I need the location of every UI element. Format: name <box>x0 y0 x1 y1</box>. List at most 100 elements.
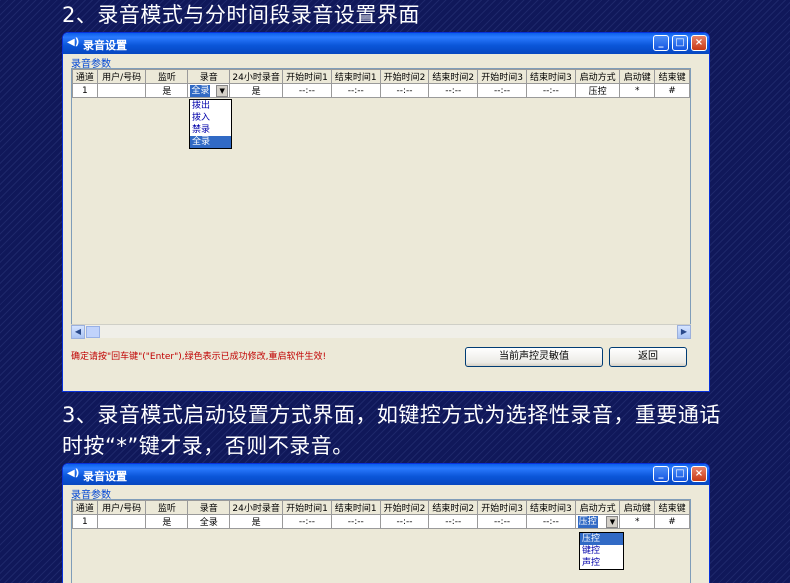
column-header: 启动方式 <box>574 69 621 84</box>
record-settings-window-2: ◀) 录音设置 _ □ × 录音参数 通道 用户/号码 监听 录音 24小时录音… <box>62 463 710 583</box>
start-key-cell[interactable]: * <box>619 83 656 98</box>
time-cell[interactable]: --:-- <box>330 83 381 98</box>
column-header: 监听 <box>145 500 189 515</box>
start-mode-cell[interactable]: 压控 <box>574 83 621 98</box>
dropdown-option[interactable]: 禁录 <box>190 124 231 136</box>
user-cell[interactable] <box>96 514 147 529</box>
column-header: 通道 <box>72 69 98 84</box>
column-header: 开始时间3 <box>477 69 527 84</box>
record-settings-window: ◀) 录音设置 _ □ × 录音参数 通道 用户/号码 监听 录音 24小时录音… <box>62 32 710 392</box>
time-cell[interactable]: --:-- <box>282 514 332 529</box>
scroll-left-icon[interactable]: ◀ <box>71 325 85 339</box>
column-header: 结束键 <box>654 500 690 515</box>
column-header: 结束时间2 <box>428 69 479 84</box>
table-header-row: 通道 用户/号码 监听 录音 24小时录音 开始时间1 结束时间1 开始时间2 … <box>72 69 690 84</box>
column-header: 24小时录音 <box>229 69 284 84</box>
time-cell[interactable]: --:-- <box>525 83 576 98</box>
user-cell[interactable] <box>96 83 147 98</box>
column-header: 录音 <box>187 69 231 84</box>
record-mode-cell[interactable]: 全录 <box>187 514 231 529</box>
column-header: 启动键 <box>619 69 656 84</box>
speaker-icon: ◀) <box>67 37 80 48</box>
column-header: 结束时间1 <box>330 69 381 84</box>
section-heading-3: 3、录音模式启动设置方式界面，如键控方式为选择性录音，重要通话时按“*”键才录，… <box>62 403 721 458</box>
time-cell[interactable]: --:-- <box>428 514 479 529</box>
column-header: 通道 <box>72 500 98 515</box>
start-mode-dropdown: 压控 键控 声控 <box>579 532 624 570</box>
record-mode-value: 全录 <box>190 84 211 97</box>
minimize-button[interactable]: _ <box>653 35 669 51</box>
time-cell[interactable]: --:-- <box>330 514 381 529</box>
maximize-button[interactable]: □ <box>672 35 688 51</box>
window-titlebar[interactable]: ◀) 录音设置 _ □ × <box>63 464 709 485</box>
window-title: 录音设置 <box>83 470 127 483</box>
time-cell[interactable]: --:-- <box>525 514 576 529</box>
dropdown-option[interactable]: 键控 <box>580 545 623 557</box>
start-mode-cell[interactable]: 压控 ▼ <box>574 514 621 529</box>
record-mode-dropdown: 拨出 拨入 禁录 全录 <box>189 99 232 149</box>
record-mode-combo[interactable]: 全录 ▼ <box>189 84 229 97</box>
maximize-button[interactable]: □ <box>672 466 688 482</box>
channel-cell: 1 <box>72 514 98 529</box>
h24-cell[interactable]: 是 <box>229 514 284 529</box>
time-cell[interactable]: --:-- <box>379 83 430 98</box>
dropdown-option[interactable]: 全录 <box>190 136 231 148</box>
h24-cell[interactable]: 是 <box>229 83 284 98</box>
table-header-row: 通道 用户/号码 监听 录音 24小时录音 开始时间1 结束时间1 开始时间2 … <box>72 500 690 515</box>
channel-cell: 1 <box>72 83 98 98</box>
chevron-down-icon[interactable]: ▼ <box>216 84 229 97</box>
column-header: 开始时间1 <box>282 500 332 515</box>
record-mode-cell[interactable]: 全录 ▼ <box>187 83 231 98</box>
time-cell[interactable]: --:-- <box>477 514 527 529</box>
chevron-down-icon[interactable]: ▼ <box>606 515 619 528</box>
minimize-button[interactable]: _ <box>653 466 669 482</box>
column-header: 开始时间1 <box>282 69 332 84</box>
column-header: 结束时间3 <box>525 69 576 84</box>
monitor-cell[interactable]: 是 <box>145 83 189 98</box>
window-title: 录音设置 <box>83 39 127 52</box>
close-button[interactable]: × <box>691 466 707 482</box>
column-header: 结束时间3 <box>525 500 576 515</box>
settings-table: 通道 用户/号码 监听 录音 24小时录音 开始时间1 结束时间1 开始时间2 … <box>72 69 690 98</box>
horizontal-scrollbar[interactable]: ◀ ▶ <box>71 324 691 339</box>
column-header: 用户/号码 <box>96 69 147 84</box>
column-header: 结束时间2 <box>428 500 479 515</box>
time-cell[interactable]: --:-- <box>477 83 527 98</box>
column-header: 监听 <box>145 69 189 84</box>
end-key-cell[interactable]: # <box>654 514 690 529</box>
dropdown-option[interactable]: 压控 <box>580 533 623 545</box>
settings-grid: 通道 用户/号码 监听 录音 24小时录音 开始时间1 结束时间1 开始时间2 … <box>71 499 691 583</box>
dropdown-option[interactable]: 拨出 <box>190 100 231 112</box>
table-row[interactable]: 1 是 全录 是 --:-- --:-- --:-- --:-- --:-- -… <box>72 514 690 529</box>
column-header: 结束键 <box>654 69 690 84</box>
scroll-right-icon[interactable]: ▶ <box>677 325 691 339</box>
sensitivity-button[interactable]: 当前声控灵敏值 <box>465 347 603 367</box>
close-button[interactable]: × <box>691 35 707 51</box>
start-mode-value: 压控 <box>577 515 598 528</box>
column-header: 开始时间2 <box>379 500 430 515</box>
hint-text: 确定请按"回车键"("Enter"),绿色表示已成功修改,重启软件生效! <box>71 352 327 362</box>
column-header: 开始时间3 <box>477 500 527 515</box>
settings-grid: 通道 用户/号码 监听 录音 24小时录音 开始时间1 结束时间1 开始时间2 … <box>71 68 691 338</box>
dropdown-option[interactable]: 声控 <box>580 557 623 569</box>
end-key-cell[interactable]: # <box>654 83 690 98</box>
speaker-icon: ◀) <box>67 468 80 479</box>
column-header: 24小时录音 <box>229 500 284 515</box>
column-header: 用户/号码 <box>96 500 147 515</box>
back-button[interactable]: 返回 <box>609 347 687 367</box>
column-header: 启动键 <box>619 500 656 515</box>
settings-table: 通道 用户/号码 监听 录音 24小时录音 开始时间1 结束时间1 开始时间2 … <box>72 500 690 529</box>
dropdown-option[interactable]: 拨入 <box>190 112 231 124</box>
column-header: 启动方式 <box>574 500 621 515</box>
time-cell[interactable]: --:-- <box>282 83 332 98</box>
monitor-cell[interactable]: 是 <box>145 514 189 529</box>
time-cell[interactable]: --:-- <box>428 83 479 98</box>
start-key-cell[interactable]: * <box>619 514 656 529</box>
window-titlebar[interactable]: ◀) 录音设置 _ □ × <box>63 33 709 54</box>
start-mode-combo[interactable]: 压控 ▼ <box>577 515 619 528</box>
table-row[interactable]: 1 是 全录 ▼ 是 --:-- --:-- --:-- --:-- --:--… <box>72 83 690 98</box>
time-cell[interactable]: --:-- <box>379 514 430 529</box>
column-header: 结束时间1 <box>330 500 381 515</box>
scroll-thumb[interactable] <box>86 326 100 338</box>
column-header: 录音 <box>187 500 231 515</box>
